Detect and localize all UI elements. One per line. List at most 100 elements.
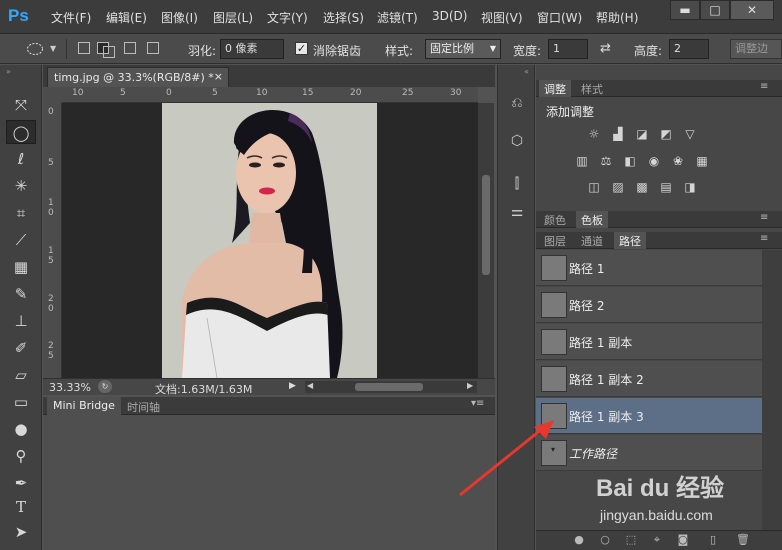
brightness-icon[interactable]: ☼	[586, 127, 602, 141]
menu-help[interactable]: 帮助(H)	[596, 9, 638, 26]
tab-timeline[interactable]: 时间轴	[121, 397, 166, 415]
ruler-origin[interactable]	[43, 87, 62, 103]
tab-mini-bridge[interactable]: Mini Bridge	[47, 397, 121, 415]
magic-wand-tool-icon[interactable]: ✳	[6, 174, 36, 198]
path-row-2[interactable]: 路径 2	[536, 287, 762, 323]
load-as-selection-icon[interactable]: ⬚	[624, 533, 638, 547]
scroll-left-icon[interactable]: ◀	[307, 381, 313, 390]
add-mask-icon[interactable]: ◙	[676, 533, 690, 547]
menu-select[interactable]: 选择(S)	[323, 9, 364, 26]
brush-presets-icon[interactable]: ⫿	[505, 173, 529, 195]
scrollbar-thumb[interactable]	[355, 383, 423, 391]
panel-menu-icon[interactable]: ≡	[760, 233, 768, 244]
menu-view[interactable]: 视图(V)	[481, 9, 523, 26]
menu-window[interactable]: 窗口(W)	[537, 9, 582, 26]
antialias-checkbox[interactable]: ✓	[295, 42, 308, 55]
minimize-button[interactable]: ▬	[670, 0, 700, 20]
close-tab-icon[interactable]: ×	[214, 70, 223, 83]
refine-edge-button[interactable]: 调整边	[730, 39, 782, 59]
menu-type[interactable]: 文字(Y)	[267, 9, 308, 26]
width-input[interactable]: 1	[548, 39, 588, 59]
horizontal-scrollbar[interactable]: ◀ ▶	[305, 381, 477, 393]
curves-icon[interactable]: ◪	[634, 127, 650, 141]
dodge-tool-icon[interactable]: ⚲	[6, 444, 36, 468]
black-white-icon[interactable]: ◧	[622, 154, 638, 168]
document-tab[interactable]: timg.jpg @ 33.3%(RGB/8#) * ×	[47, 67, 229, 87]
history-brush-tool-icon[interactable]: ✐	[6, 336, 36, 360]
crop-tool-icon[interactable]: ⌗	[6, 201, 36, 225]
collapse-icon[interactable]: »	[6, 67, 11, 76]
panel-menu-icon[interactable]: ▾≡	[471, 398, 484, 409]
tab-adjustments[interactable]: 调整	[539, 80, 571, 97]
path-row-work-path[interactable]: ▾ 工作路径	[536, 435, 762, 471]
lasso-tool-icon[interactable]: ℓ	[6, 147, 36, 171]
hue-saturation-icon[interactable]: ▥	[574, 154, 590, 168]
panel-menu-icon[interactable]: ≡	[760, 81, 768, 92]
scroll-right-icon[interactable]: ▶	[467, 381, 473, 390]
swap-dimensions-icon[interactable]: ⇄	[600, 41, 611, 56]
scrollbar-thumb[interactable]	[482, 175, 490, 275]
tab-channels[interactable]: 通道	[576, 232, 608, 249]
path-row-3[interactable]: 路径 1 副本	[536, 324, 762, 360]
path-selection-tool-icon[interactable]: ➤	[6, 520, 36, 544]
3d-panel-icon[interactable]: ⬡	[505, 130, 529, 152]
paths-scrollbar[interactable]	[762, 250, 782, 530]
menu-filter[interactable]: 滤镜(T)	[377, 9, 418, 26]
type-tool-icon[interactable]: T	[6, 495, 36, 519]
marquee-tool-icon[interactable]: ◯	[6, 120, 36, 144]
eraser-tool-icon[interactable]: ▱	[6, 363, 36, 387]
blur-tool-icon[interactable]: ●	[6, 417, 36, 441]
menu-file[interactable]: 文件(F)	[51, 9, 91, 26]
tab-swatches[interactable]: 色板	[576, 211, 608, 228]
photo-filter-icon[interactable]: ◉	[646, 154, 662, 168]
share-icon[interactable]: ↻	[98, 380, 112, 393]
menu-image[interactable]: 图像(I)	[161, 9, 198, 26]
history-panel-icon[interactable]: ⎌	[505, 92, 529, 114]
stroke-path-icon[interactable]: ○	[598, 533, 612, 547]
maximize-button[interactable]: □	[700, 0, 730, 20]
path-row-1[interactable]: 路径 1	[536, 250, 762, 286]
panel-menu-icon[interactable]: ≡	[760, 212, 768, 223]
pen-tool-icon[interactable]: ✒	[6, 471, 36, 495]
posterize-icon[interactable]: ▨	[610, 180, 626, 194]
healing-brush-tool-icon[interactable]: ▦	[6, 255, 36, 279]
new-path-icon[interactable]: ▯	[706, 533, 720, 547]
close-window-button[interactable]: ✕	[730, 0, 774, 20]
selective-color-icon[interactable]: ◨	[682, 180, 698, 194]
properties-panel-icon[interactable]: ⚌	[505, 201, 529, 223]
vertical-scrollbar[interactable]	[478, 103, 494, 378]
tab-paths[interactable]: 路径	[614, 232, 646, 249]
menu-edit[interactable]: 编辑(E)	[106, 9, 147, 26]
exposure-icon[interactable]: ◩	[658, 127, 674, 141]
menu-layer[interactable]: 图层(L)	[213, 9, 253, 26]
document-image[interactable]	[162, 103, 377, 378]
fill-path-icon[interactable]: ●	[572, 533, 586, 547]
gradient-map-icon[interactable]: ▤	[658, 180, 674, 194]
zoom-level[interactable]: 33.33%	[49, 381, 91, 394]
feather-input[interactable]: 0 像素	[220, 39, 284, 59]
clone-stamp-tool-icon[interactable]: ⊥	[6, 309, 36, 333]
elliptical-marquee-icon[interactable]	[26, 42, 44, 56]
move-tool-icon[interactable]: ⤧	[6, 93, 36, 117]
make-work-path-icon[interactable]: ⌖	[650, 533, 664, 547]
chevron-down-icon[interactable]: ▼	[50, 44, 56, 53]
height-input[interactable]: 2	[669, 39, 709, 59]
threshold-icon[interactable]: ▩	[634, 180, 650, 194]
vibrance-icon[interactable]: ▽	[682, 127, 698, 141]
brush-tool-icon[interactable]: ✎	[6, 282, 36, 306]
tab-layers[interactable]: 图层	[539, 232, 571, 249]
path-row-4[interactable]: 路径 1 副本 2	[536, 361, 762, 397]
gradient-tool-icon[interactable]: ▭	[6, 390, 36, 414]
subtract-selection-icon[interactable]	[124, 42, 136, 54]
path-row-5-selected[interactable]: 路径 1 副本 3	[536, 398, 762, 434]
tab-styles[interactable]: 样式	[576, 80, 608, 97]
expand-icon[interactable]: «	[524, 67, 529, 76]
tab-color[interactable]: 颜色	[539, 211, 571, 228]
status-menu-arrow-icon[interactable]: ▶	[289, 381, 296, 391]
color-balance-icon[interactable]: ⚖	[598, 154, 614, 168]
levels-icon[interactable]: ▟	[610, 127, 626, 141]
invert-icon[interactable]: ◫	[586, 180, 602, 194]
new-selection-icon[interactable]	[78, 42, 90, 54]
delete-path-icon[interactable]: 🗑	[736, 533, 750, 547]
eyedropper-tool-icon[interactable]: ⟋	[6, 228, 36, 252]
